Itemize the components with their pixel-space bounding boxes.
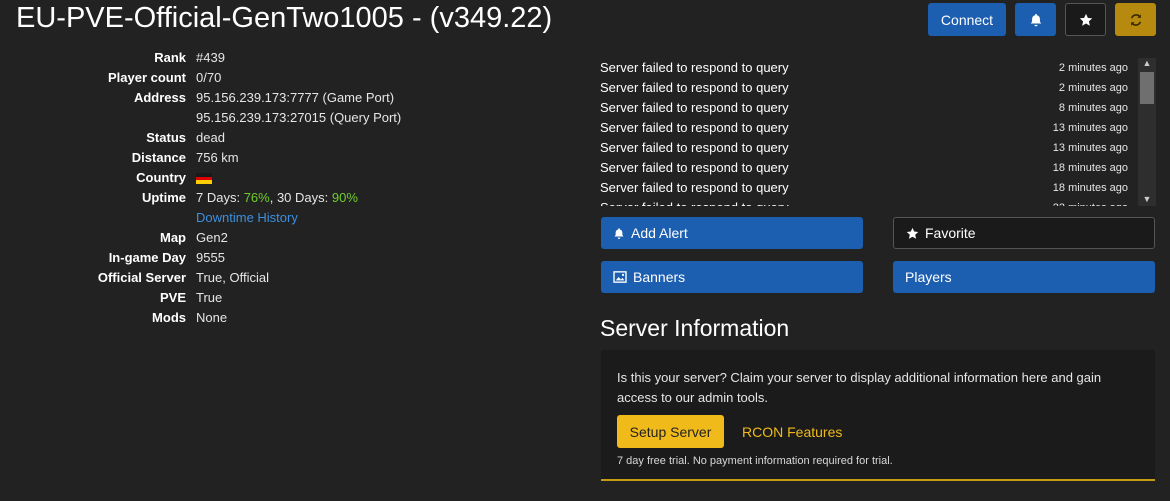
rcon-features-link[interactable]: RCON Features (742, 424, 842, 440)
country-value (196, 168, 212, 188)
trial-note: 7 day free trial. No payment information… (617, 455, 893, 467)
favorite-button[interactable]: Favorite (893, 217, 1155, 249)
uptime-30-days: 90% (331, 190, 358, 205)
player-count-value: 0/70 (196, 70, 222, 85)
page-title: EU-PVE-Official-GenTwo1005 - (v349.22) (16, 2, 553, 34)
bell-icon (614, 227, 624, 239)
map-label: Map (160, 230, 186, 245)
mods-label: Mods (152, 310, 186, 325)
in-game-day-label: In-game Day (108, 250, 186, 265)
uptime-label: Uptime (141, 190, 186, 205)
image-icon (613, 271, 627, 283)
log-item: Server failed to respond to query 18 minu… (600, 180, 1128, 195)
rank-label: Rank (154, 50, 186, 65)
log-item: Server failed to respond to query 2 minut… (600, 80, 1128, 95)
connect-button[interactable]: Connect (928, 3, 1006, 36)
in-game-day-value: 9555 (196, 250, 225, 265)
event-log: Server failed to respond to query 2 minut… (600, 58, 1156, 206)
map-value: Gen2 (196, 230, 228, 245)
setup-server-button[interactable]: Setup Server (617, 415, 724, 448)
scroll-down-icon[interactable]: ▼ (1138, 194, 1156, 206)
distance-label: Distance (131, 150, 186, 165)
player-count-label: Player count (107, 70, 186, 85)
log-list: Server failed to respond to query 2 minut… (600, 58, 1156, 206)
log-item: Server failed to respond to query 13 minu… (600, 140, 1128, 155)
claim-actions: Setup Server RCON Features (617, 415, 1139, 448)
log-item: Server failed to respond to query 13 minu… (600, 120, 1128, 135)
pve-value: True (196, 290, 223, 305)
downtime-history-link[interactable]: Downtime History (196, 208, 298, 228)
mods-value: None (196, 310, 228, 325)
official-server-value: True, Official (196, 270, 269, 285)
scroll-up-icon[interactable]: ▲ (1138, 58, 1156, 70)
favorite-icon-button[interactable] (1065, 3, 1106, 36)
address-game-port: 95.156.239.173:7777 (Game Port) (196, 90, 395, 105)
address-label: Address (133, 90, 186, 105)
add-alert-button[interactable]: Add Alert (601, 217, 863, 249)
log-item: Server failed to respond to query23 minu… (600, 198, 1156, 206)
rank-value: #439 (196, 50, 225, 65)
claim-server-panel: Is this your server? Claim your server t… (601, 350, 1155, 481)
refresh-button[interactable] (1115, 3, 1156, 36)
uptime-7-days: 76% (243, 190, 270, 205)
alert-button[interactable] (1015, 3, 1056, 36)
log-scrollbar[interactable]: ▲ ▼ (1138, 58, 1156, 206)
top-actions: Connect (928, 3, 1156, 36)
log-item: Server failed to respond to query 2 minut… (600, 60, 1128, 75)
star-icon (1079, 13, 1092, 26)
status-label: Status (146, 130, 186, 145)
pve-label: PVE (159, 290, 186, 305)
bell-icon (1030, 13, 1041, 26)
server-details: Rank #439 Player count 0/70 Address 95.156.… (0, 48, 401, 328)
players-button[interactable]: Players (893, 261, 1155, 293)
status-value: dead (196, 130, 225, 145)
country-label: Country (136, 170, 186, 185)
claim-text: Is this your server? Claim your server t… (617, 370, 1102, 405)
address-query-port: 95.156.239.173:27015 (Query Port) (196, 110, 402, 125)
distance-value: 756 km (196, 150, 239, 165)
uptime-value: 7 Days: 76%, 30 Days: 90% (196, 190, 358, 205)
star-icon (906, 227, 919, 239)
germany-flag-icon (196, 173, 212, 185)
server-information-heading: Server Information (600, 315, 790, 341)
official-server-label: Official Server (97, 270, 186, 285)
banners-button[interactable]: Banners (601, 261, 863, 293)
log-item: Server failed to respond to query 18 minu… (600, 160, 1128, 175)
refresh-icon (1130, 13, 1141, 26)
scroll-thumb[interactable] (1140, 72, 1154, 104)
log-item: Server failed to respond to query 8 minut… (600, 100, 1128, 115)
